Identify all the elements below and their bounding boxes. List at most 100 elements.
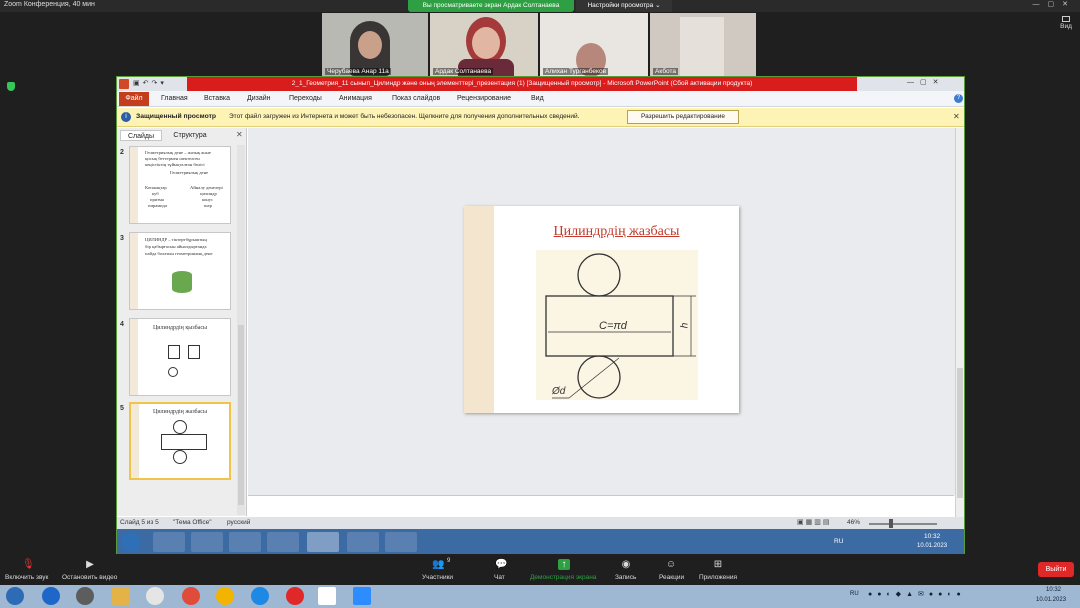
share-screen-icon[interactable]: ↑: [558, 559, 570, 570]
slide-thumbnail-selected[interactable]: Цилиндрдің жазбасы: [129, 402, 231, 480]
theme-name: "Тема Office": [173, 519, 212, 526]
thumbnail-scrollbar[interactable]: [237, 145, 245, 515]
zoom-slider-thumb[interactable]: [889, 519, 893, 528]
folder-icon[interactable]: [112, 587, 130, 605]
edge-icon[interactable]: [251, 587, 269, 605]
video-camera-icon[interactable]: ▶: [84, 559, 96, 570]
scroll-thumb[interactable]: [238, 325, 244, 505]
tab-file[interactable]: Файл: [119, 92, 149, 106]
slide[interactable]: Цилиндрдің жазбасы C=πd h Ød: [464, 206, 739, 413]
tab-review[interactable]: Рецензирование: [457, 91, 511, 107]
view-button[interactable]: Вид: [1053, 16, 1079, 30]
tab-slides[interactable]: Слайды: [120, 130, 162, 141]
thumb-title: Цилиндрдің қызбасы: [152, 325, 208, 331]
thumb-rect: [188, 345, 200, 359]
mute-button-label[interactable]: Включить звук: [5, 574, 48, 581]
close-pane-icon[interactable]: ✕: [236, 130, 243, 139]
thumb-text: Айналу денелері: [190, 185, 223, 190]
apps-icon[interactable]: ⊞: [712, 559, 724, 570]
mic-muted-icon[interactable]: 🎙: [22, 559, 35, 570]
tab-view[interactable]: Вид: [531, 91, 544, 107]
powerpoint-icon[interactable]: [307, 532, 339, 552]
video-tile[interactable]: Акбота: [650, 13, 756, 76]
cylinder-icon: [172, 271, 192, 293]
thumb-accent: [130, 233, 138, 309]
chrome-icon[interactable]: [229, 532, 261, 552]
info-icon: i: [121, 112, 131, 122]
tab-animation[interactable]: Анимация: [339, 91, 372, 107]
tab-insert[interactable]: Вставка: [204, 91, 230, 107]
taskbar-app-icon[interactable]: [42, 587, 60, 605]
window-controls[interactable]: —▢✕: [1033, 0, 1076, 8]
start-button[interactable]: [121, 532, 141, 552]
participant-name: Черубаева Анар 11а: [325, 68, 391, 75]
thumb-text: Геометриялық дене – жазық және: [145, 150, 211, 155]
video-button-label[interactable]: Остановить видео: [62, 574, 117, 581]
taskbar-app-icon[interactable]: [191, 532, 223, 552]
thumb-text: қисық беттермен шектелген: [145, 156, 200, 161]
participants-icon[interactable]: 👥: [432, 559, 444, 570]
system-tray-icons[interactable]: ●●◐◆▲✉●●◐●: [868, 590, 966, 598]
thumb-text: пайда болатын геометриялық дене: [145, 251, 213, 256]
view-buttons[interactable]: ▣▦▥▤: [797, 518, 831, 526]
enable-editing-button[interactable]: Разрешить редактирование: [627, 110, 739, 124]
taskbar-app-icon[interactable]: [76, 587, 94, 605]
chrome-icon[interactable]: [182, 587, 200, 605]
video-tile[interactable]: Алихан Турганбеков: [540, 13, 648, 76]
start-button[interactable]: [6, 587, 24, 605]
slide-thumbnail[interactable]: ЦИЛИНДР – тіктөртбұрыштың бір қабырғасын…: [129, 232, 231, 310]
tray-date: 10.01.2023: [917, 543, 948, 549]
chat-button-label[interactable]: Чат: [494, 574, 505, 581]
close-icon[interactable]: ✕: [953, 112, 960, 121]
tab-transitions[interactable]: Переходы: [289, 91, 322, 107]
zoom-percent[interactable]: 46%: [847, 519, 860, 526]
apps-button-label[interactable]: Приложения: [699, 574, 737, 581]
video-tile[interactable]: Черубаева Анар 11а: [322, 13, 428, 76]
protected-message[interactable]: Этот файл загружен из Интернета и может …: [229, 113, 579, 120]
chrome-icon[interactable]: [216, 587, 234, 605]
leave-button[interactable]: Выйти: [1038, 562, 1074, 577]
word-icon[interactable]: [347, 532, 379, 552]
host-clock-time: 10:32: [1046, 587, 1062, 593]
cylinder-net-drawing: [545, 253, 696, 399]
chat-icon[interactable]: 💬: [495, 559, 507, 570]
notes-area[interactable]: [248, 495, 954, 517]
slide-thumbnail[interactable]: Геометриялық дене – жазық және қисық бет…: [129, 146, 231, 224]
tab-design[interactable]: Дизайн: [247, 91, 271, 107]
tray-lang[interactable]: RU: [834, 538, 843, 545]
zoom-app-icon[interactable]: [353, 587, 371, 605]
share-button-label[interactable]: Демонстрация экрана: [530, 574, 596, 581]
thumb-accent: [130, 147, 138, 223]
vertical-scrollbar[interactable]: [955, 128, 964, 517]
participants-button-label[interactable]: Участники: [422, 574, 453, 581]
scroll-thumb[interactable]: [957, 368, 963, 498]
thumb-text: конус: [202, 197, 214, 202]
participant-name: Акбота: [653, 68, 679, 75]
record-icon[interactable]: ◉: [620, 559, 632, 570]
security-shield-icon[interactable]: [7, 82, 15, 91]
circumference-label: C=πd: [599, 320, 627, 332]
thumb-circle: [173, 450, 187, 464]
participant-face: [358, 31, 382, 59]
reactions-button-label[interactable]: Реакции: [659, 574, 684, 581]
tab-slideshow[interactable]: Показ слайдов: [392, 91, 440, 107]
opera-icon[interactable]: [286, 587, 304, 605]
tab-outline[interactable]: Структура: [165, 130, 215, 141]
view-options-button[interactable]: Настройки просмотра ⌄: [576, 0, 672, 12]
ppt-window-controls[interactable]: —▢✕: [907, 78, 944, 86]
reactions-icon[interactable]: ☺: [665, 559, 677, 570]
quick-access-toolbar[interactable]: ▣↶↷▾: [133, 79, 183, 89]
video-tile[interactable]: Ардак Солтанаева: [430, 13, 538, 76]
yandex-icon[interactable]: [318, 587, 336, 605]
zoom-slider[interactable]: [869, 523, 937, 525]
host-tray-lang[interactable]: RU: [850, 591, 859, 597]
tab-home[interactable]: Главная: [161, 91, 188, 107]
zoom-app-icon[interactable]: [385, 532, 417, 552]
slide-thumbnail[interactable]: Цилиндрдің қызбасы: [129, 318, 231, 396]
taskbar-app-icon[interactable]: [153, 532, 185, 552]
pdf-icon[interactable]: [267, 532, 299, 552]
zoom-window-title: Zoom Конференция, 40 мин: [4, 1, 95, 8]
help-icon[interactable]: ?: [954, 94, 963, 103]
yandex-browser-icon[interactable]: [146, 587, 164, 605]
record-button-label[interactable]: Запись: [615, 574, 636, 581]
